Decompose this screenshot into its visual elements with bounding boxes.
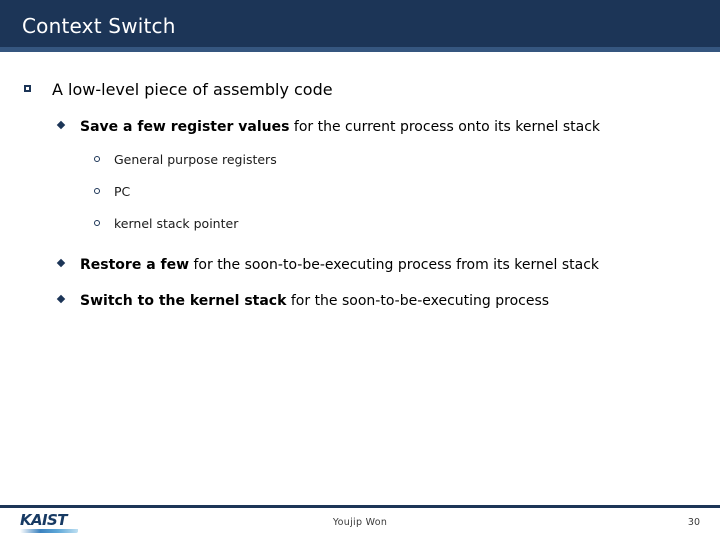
slide-content: A low-level piece of assembly code Save … bbox=[0, 52, 720, 500]
bullet-switch-stack-rest: for the soon-to-be-executing process bbox=[286, 293, 550, 309]
bullet-restore-label: Restore a few for the soon-to-be-executi… bbox=[80, 255, 599, 275]
diamond-bullet-icon bbox=[56, 291, 70, 304]
bullet-save-registers-rest: for the current process onto its kernel … bbox=[289, 119, 601, 135]
list-item: kernel stack pointer bbox=[94, 215, 720, 233]
bullet-save-registers-bold: Save a few register values bbox=[80, 119, 290, 135]
bullet-level1-label: A low-level piece of assembly code bbox=[52, 80, 333, 99]
bullet-save-registers: Save a few register values for the curre… bbox=[56, 117, 720, 137]
circle-bullet-icon bbox=[94, 183, 105, 194]
slide-header: Context Switch bbox=[0, 0, 720, 52]
bullet-restore-rest: for the soon-to-be-executing process fro… bbox=[189, 257, 600, 273]
bullet-switch-stack-bold: Switch to the kernel stack bbox=[80, 293, 287, 309]
circle-bullet-icon bbox=[94, 215, 105, 226]
bullet-switch-stack-label: Switch to the kernel stack for the soon-… bbox=[80, 291, 549, 311]
page-title: Context Switch bbox=[22, 14, 176, 38]
sub-item-label: kernel stack pointer bbox=[114, 216, 239, 231]
sub-item-label: PC bbox=[114, 184, 131, 199]
kaist-logo-swoosh-icon bbox=[20, 529, 78, 533]
list-item: PC bbox=[94, 183, 720, 201]
diamond-bullet-icon bbox=[56, 117, 70, 130]
bullet-restore: Restore a few for the soon-to-be-executi… bbox=[56, 255, 720, 275]
bullet-restore-bold: Restore a few bbox=[80, 257, 190, 273]
square-bullet-icon bbox=[24, 79, 38, 92]
bullet-save-registers-label: Save a few register values for the curre… bbox=[80, 117, 600, 137]
bullet-switch-stack: Switch to the kernel stack for the soon-… bbox=[56, 291, 720, 311]
list-item: General purpose registers bbox=[94, 151, 720, 169]
page-number: 30 bbox=[687, 517, 700, 528]
circle-bullet-icon bbox=[94, 151, 105, 162]
footer-author: Youjip Won bbox=[332, 517, 388, 528]
sub-item-label: General purpose registers bbox=[114, 152, 277, 167]
bullet-level1: A low-level piece of assembly code bbox=[24, 79, 720, 101]
diamond-bullet-icon bbox=[56, 255, 70, 268]
slide-footer: KAIST Youjip Won 30 bbox=[0, 508, 720, 540]
